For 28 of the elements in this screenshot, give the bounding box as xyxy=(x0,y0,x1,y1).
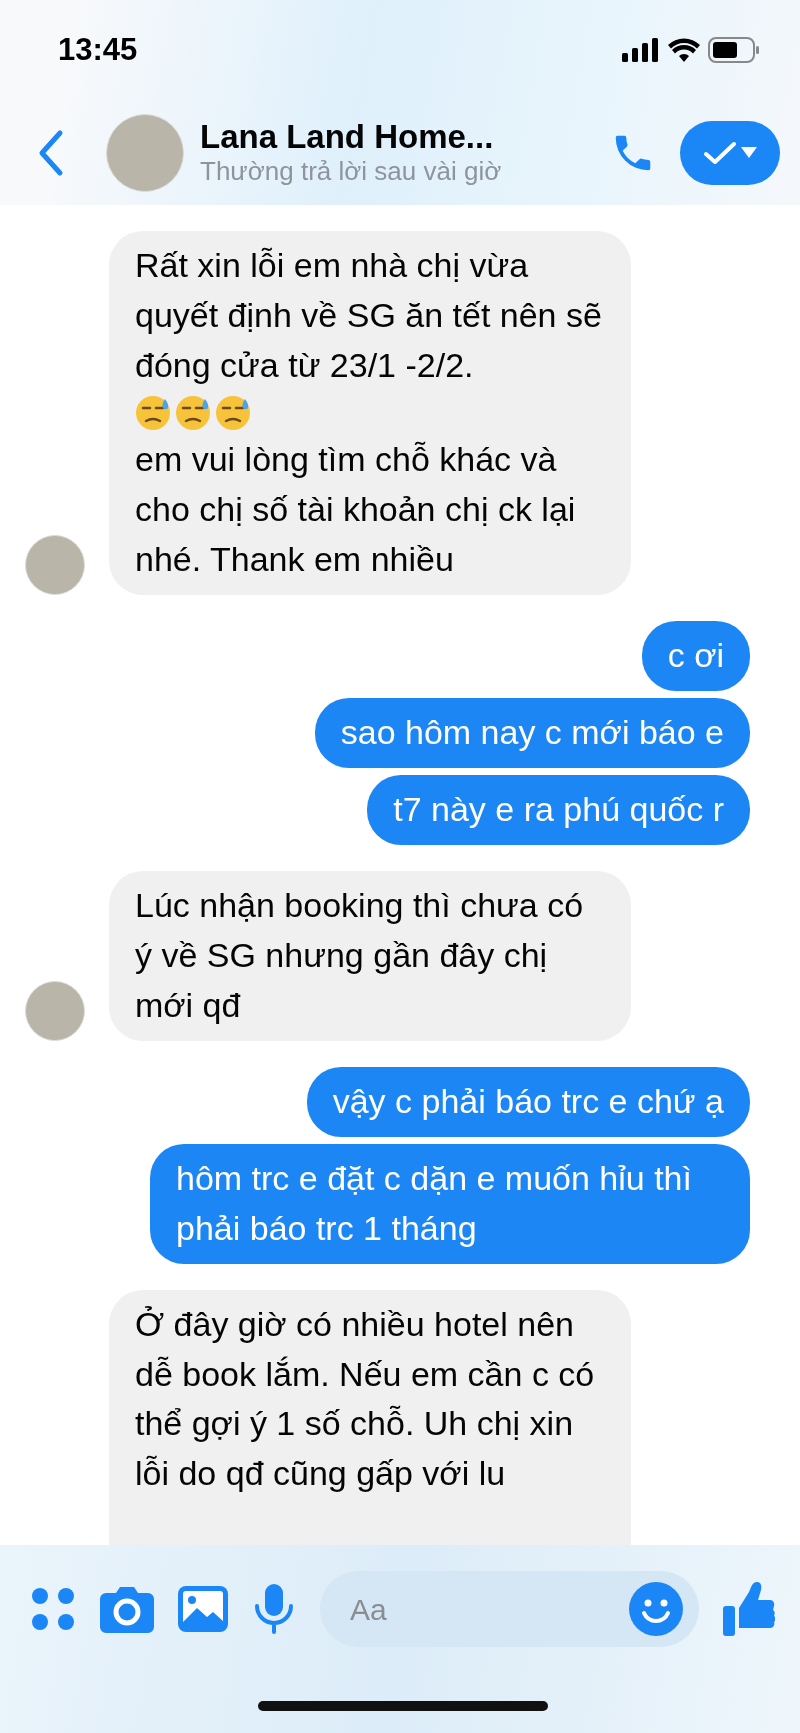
message-text: vậy c phải báo trc e chứ ạ xyxy=(332,1080,724,1122)
apps-menu-icon[interactable] xyxy=(30,1586,76,1632)
sweat-face-icon xyxy=(135,394,171,431)
message-text: Lúc nhận booking thì chưa có ý về SG nhưng gần đây chị mới qđ xyxy=(135,884,585,1026)
message-text: hôm trc e đặt c dặn e muốn hỉu thì phải báo trc 1 tháng xyxy=(176,1157,693,1249)
sweat-face-icon xyxy=(215,394,251,431)
clock-time: 13:45 xyxy=(58,30,138,69)
image-icon[interactable] xyxy=(178,1586,228,1632)
caret-icon xyxy=(741,146,757,159)
signal-icon xyxy=(622,38,660,62)
contact-status: Thường trả lời sau vài giờ xyxy=(200,155,503,188)
checkmark-icon xyxy=(703,139,737,166)
message-text: em vui lòng tìm chỗ khác và cho chị số tài khoản chị ck lại nhé. Thank em nhiều xyxy=(135,438,577,580)
contact-name: Lana Land Home... xyxy=(200,117,495,156)
message-text: Ở đây giờ có nhiều hotel nên dễ book lắm. Nếu em cần c có thể gợi ý 1 số chỗ. Uh chị xin lỗi do qđ cũng gấp với lu xyxy=(135,1303,596,1495)
message-text: sao hôm nay c mới báo e xyxy=(340,711,724,753)
message-text: c ơi xyxy=(667,634,724,676)
microphone-icon[interactable] xyxy=(252,1584,296,1634)
message-text: t7 này e ra phú quốc r xyxy=(393,788,724,830)
message-field[interactable]: Aa xyxy=(320,1571,699,1647)
camera-icon[interactable] xyxy=(100,1585,154,1633)
battery-icon xyxy=(708,37,760,63)
thumbs-up-icon[interactable] xyxy=(723,1582,775,1636)
sweat-face-icon xyxy=(175,394,211,431)
message-input-field[interactable]: Aa xyxy=(348,1585,629,1633)
smiley-icon[interactable] xyxy=(629,1582,683,1636)
message-text: Rất xin lỗi em nhà chị vừa quyết định về SG ăn tết nên sẽ đóng cửa từ 23/1 -2/2. xyxy=(135,245,603,386)
wifi-icon xyxy=(668,38,700,62)
